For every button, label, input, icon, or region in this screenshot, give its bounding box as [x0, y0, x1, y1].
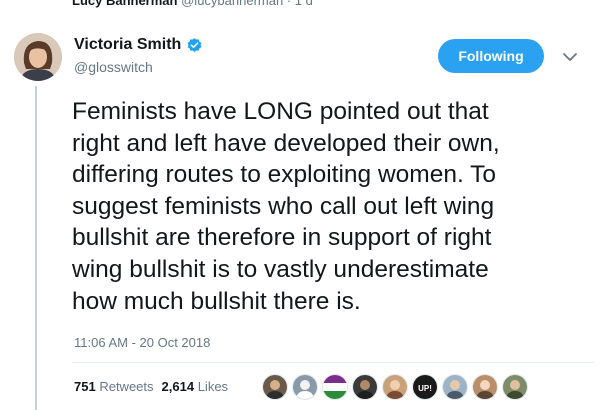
liker-avatar-9[interactable]	[502, 374, 528, 400]
author-name-text[interactable]: Victoria Smith	[74, 36, 181, 54]
liker-avatar-1[interactable]	[262, 374, 288, 400]
likes-label: Likes	[197, 379, 229, 394]
svg-text:UP!: UP!	[418, 384, 432, 393]
author-handle[interactable]: @glosswitch	[74, 59, 153, 75]
divider	[72, 362, 594, 363]
author-avatar[interactable]	[14, 33, 62, 81]
likers-avatars: UP!	[262, 374, 528, 400]
previous-tweet-handle: @lucybannerman · 1 d	[181, 0, 313, 8]
liker-avatar-suffragette[interactable]	[322, 374, 348, 400]
liker-avatar-5[interactable]	[382, 374, 408, 400]
liker-avatar-4[interactable]	[352, 374, 378, 400]
liker-avatar-women-up[interactable]: UP!	[412, 374, 438, 400]
following-button[interactable]: Following	[438, 39, 544, 73]
liker-avatar-7[interactable]	[442, 374, 468, 400]
likes-count: 2,614	[161, 379, 195, 394]
retweets-stat[interactable]: 751 Retweets	[74, 379, 154, 394]
previous-tweet-author: Lucy Bannerman	[72, 0, 178, 8]
tweet-timestamp[interactable]: 11:06 AM - 20 Oct 2018	[74, 335, 210, 350]
author-name[interactable]: Victoria Smith	[74, 36, 203, 54]
thread-line	[35, 86, 37, 410]
retweets-count: 751	[74, 379, 96, 394]
verified-badge-icon	[186, 37, 203, 54]
chevron-down-icon[interactable]	[562, 50, 578, 62]
previous-tweet-fragment: Lucy Bannerman @lucybannerman · 1 d	[0, 0, 600, 10]
liker-avatar-8[interactable]	[472, 374, 498, 400]
tweet-stats: 751 Retweets 2,614 Likes	[74, 379, 228, 394]
likes-stat[interactable]: 2,614 Likes	[162, 379, 229, 394]
liker-avatar-2[interactable]	[292, 374, 318, 400]
retweets-label: Retweets	[99, 379, 154, 394]
tweet-text: Feminists have LONG pointed out that rig…	[72, 98, 500, 315]
